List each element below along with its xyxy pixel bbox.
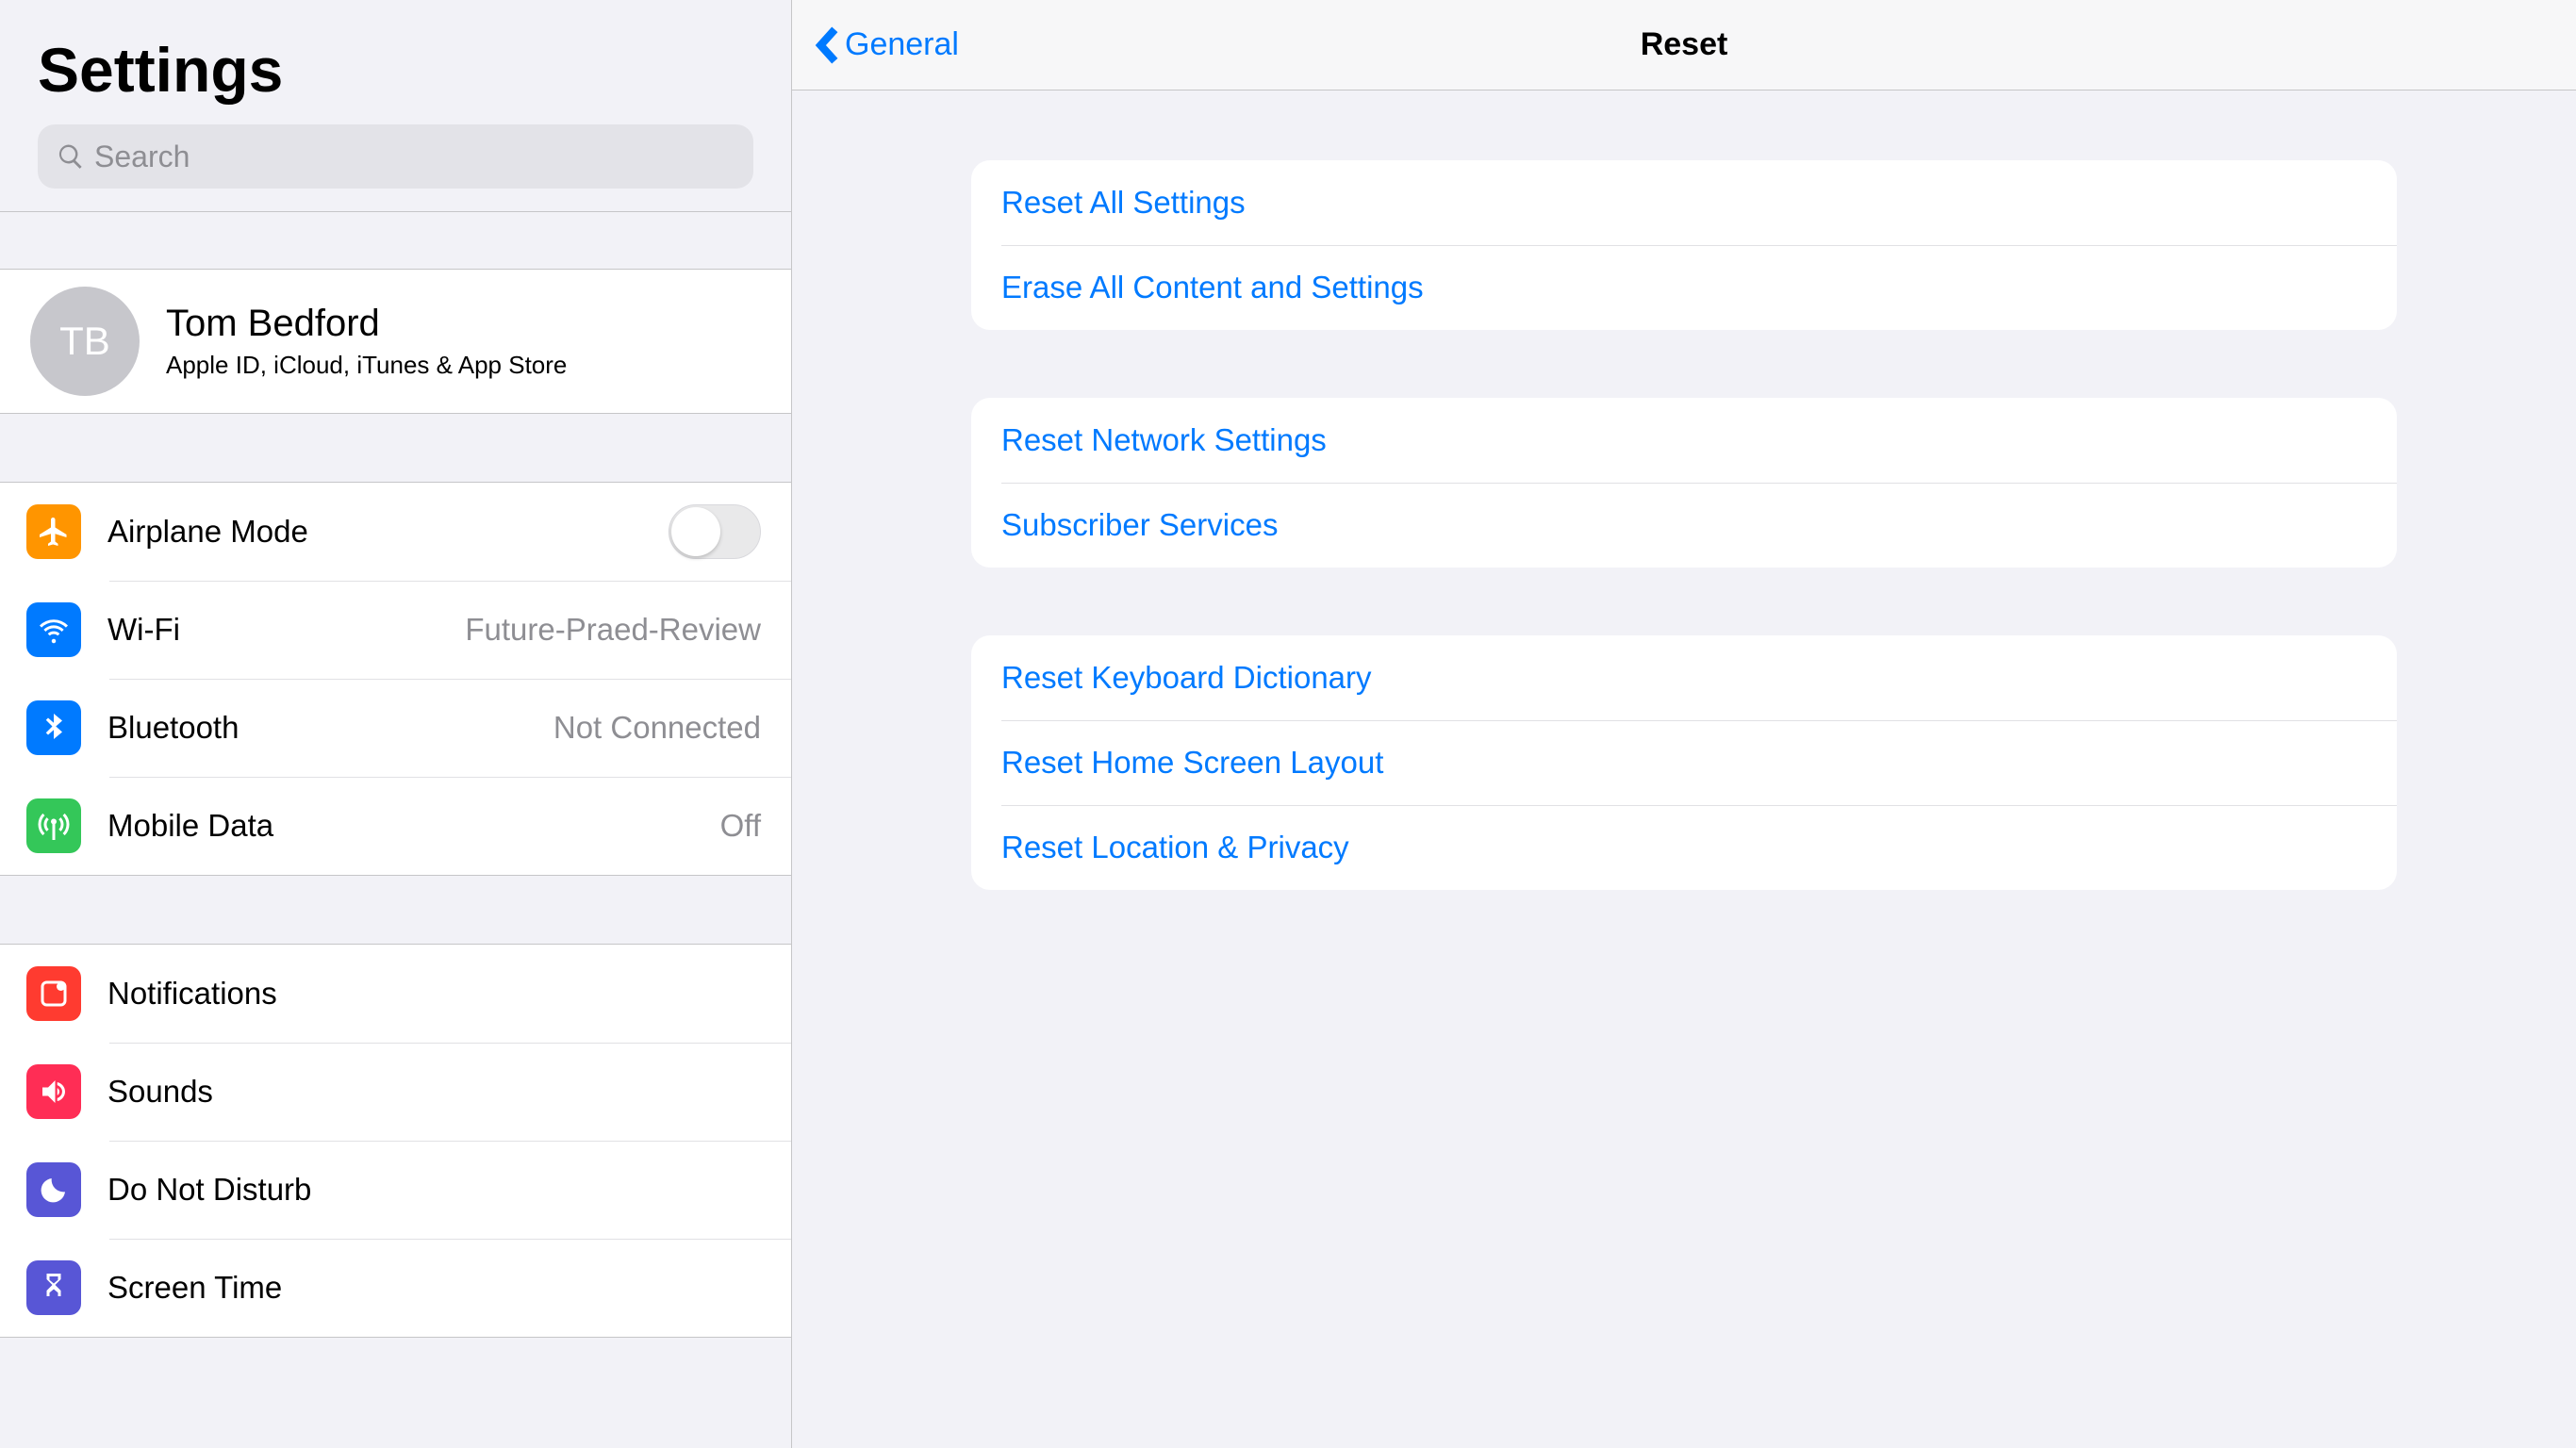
nav-back-button[interactable]: General [815,26,959,64]
search-container [0,124,791,211]
reset-home-screen-layout[interactable]: Reset Home Screen Layout [971,720,2397,805]
row-wifi[interactable]: Wi-Fi Future-Praed-Review [0,581,791,679]
row-sounds[interactable]: Sounds [0,1043,791,1141]
row-label: Bluetooth [107,710,239,746]
reset-group-2: Reset Network Settings Subscriber Servic… [971,398,2397,568]
avatar-initials: TB [59,319,110,364]
reset-all-settings[interactable]: Reset All Settings [971,160,2397,245]
main-panel: General Reset Reset All Settings Erase A… [792,0,2576,1448]
nav-title: Reset [1641,26,1728,63]
chevron-left-icon [815,26,839,64]
reset-location-privacy[interactable]: Reset Location & Privacy [971,805,2397,890]
row-label: Wi-Fi [107,612,180,648]
row-value: Off [720,808,761,844]
airplane-icon [26,504,81,559]
row-value: Not Connected [553,710,761,746]
settings-sidebar: Settings TB Tom Bedford Apple ID, iCloud… [0,0,792,1448]
row-label: Airplane Mode [107,514,308,550]
moon-icon [26,1162,81,1217]
page-title: Settings [38,34,753,106]
row-label: Sounds [107,1074,213,1110]
reset-network-settings[interactable]: Reset Network Settings [971,398,2397,483]
content-area: Reset All Settings Erase All Content and… [792,90,2576,1448]
reset-group-1: Reset All Settings Erase All Content and… [971,160,2397,330]
sidebar-header: Settings [0,0,791,124]
row-label: Do Not Disturb [107,1172,311,1208]
bluetooth-icon [26,700,81,755]
row-value: Future-Praed-Review [465,612,761,648]
subscriber-services[interactable]: Subscriber Services [971,483,2397,568]
row-bluetooth[interactable]: Bluetooth Not Connected [0,679,791,777]
search-input[interactable] [94,140,735,174]
account-subtitle: Apple ID, iCloud, iTunes & App Store [166,351,567,380]
airplane-toggle[interactable] [669,504,761,559]
row-do-not-disturb[interactable]: Do Not Disturb [0,1141,791,1239]
hourglass-icon [26,1260,81,1315]
account-name: Tom Bedford [166,303,567,345]
avatar: TB [30,287,140,396]
wifi-icon [26,602,81,657]
row-mobile-data[interactable]: Mobile Data Off [0,777,791,875]
row-label: Mobile Data [107,808,273,844]
sounds-icon [26,1064,81,1119]
row-airplane-mode[interactable]: Airplane Mode [0,483,791,581]
row-screen-time[interactable]: Screen Time [0,1239,791,1337]
row-label: Notifications [107,976,277,1012]
row-notifications[interactable]: Notifications [0,945,791,1043]
notifications-icon [26,966,81,1021]
search-bar[interactable] [38,124,753,189]
misc-group: Notifications Sounds Do Not Disturb Scre… [0,944,791,1338]
nav-bar: General Reset [792,0,2576,90]
reset-keyboard-dictionary[interactable]: Reset Keyboard Dictionary [971,635,2397,720]
account-row[interactable]: TB Tom Bedford Apple ID, iCloud, iTunes … [0,269,791,414]
search-icon [57,142,85,171]
antenna-icon [26,798,81,853]
network-group: Airplane Mode Wi-Fi Future-Praed-Review … [0,482,791,876]
erase-all-content[interactable]: Erase All Content and Settings [971,245,2397,330]
reset-group-3: Reset Keyboard Dictionary Reset Home Scr… [971,635,2397,890]
nav-back-label: General [845,26,959,63]
row-label: Screen Time [107,1270,282,1306]
